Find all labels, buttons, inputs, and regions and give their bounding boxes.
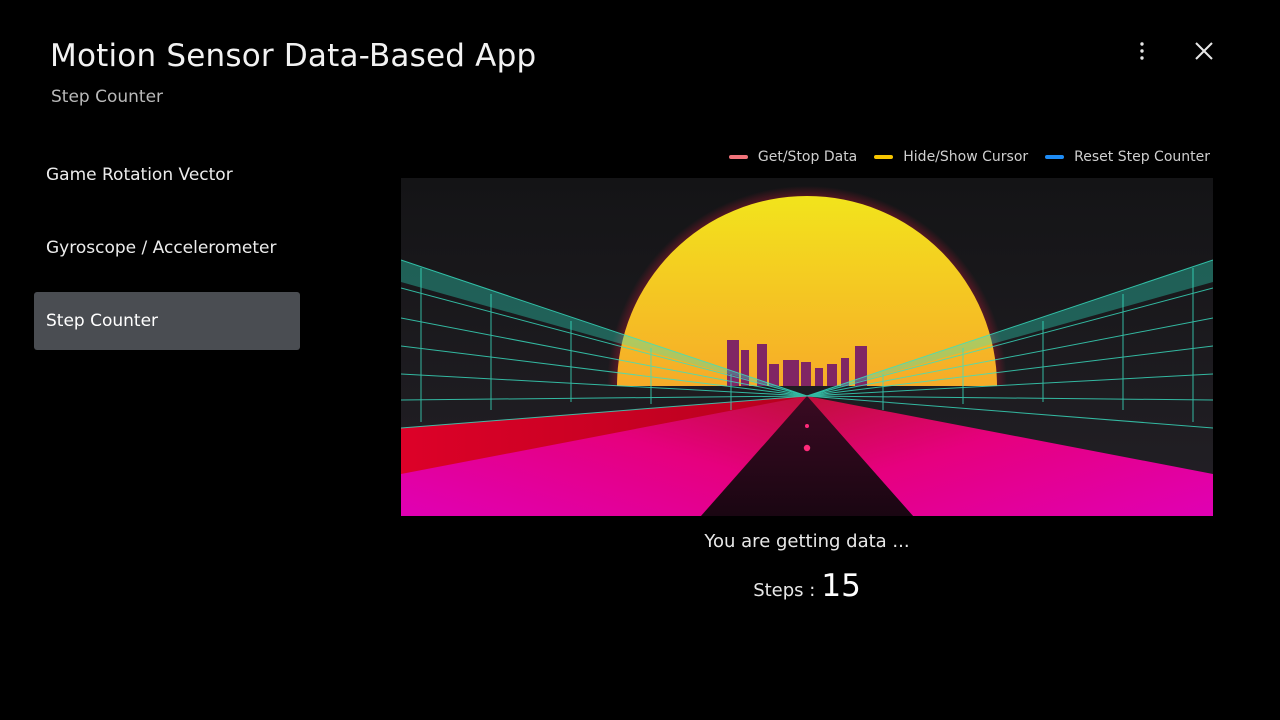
legend-label: Get/Stop Data — [757, 149, 858, 165]
more-vertical-icon — [1140, 42, 1144, 60]
more-options-button[interactable] — [1122, 31, 1162, 71]
app-window: Motion Sensor Data-Based App Step Counte… — [0, 0, 1280, 720]
steps-value: 15 — [821, 568, 861, 604]
synthwave-illustration — [401, 178, 1213, 516]
sidebar-item-game-rotation-vector[interactable]: Game Rotation Vector — [34, 146, 300, 204]
page-title: Motion Sensor Data-Based App — [50, 38, 537, 74]
sidebar-item-gyroscope-accelerometer[interactable]: Gyroscope / Accelerometer — [34, 219, 300, 277]
close-icon — [1195, 42, 1213, 60]
page-subtitle: Step Counter — [51, 87, 164, 107]
key-legend: Get/Stop Data Hide/Show Cursor Reset Ste… — [712, 149, 1210, 165]
yellow-key-swatch — [874, 155, 894, 159]
legend-item-reset-step-counter[interactable]: Reset Step Counter — [1045, 149, 1210, 165]
steps-label: Steps : — [753, 580, 816, 601]
blue-key-swatch — [1045, 155, 1065, 159]
legend-label: Hide/Show Cursor — [903, 149, 1029, 165]
status-message: You are getting data ... — [704, 531, 910, 552]
legend-item-get-stop-data[interactable]: Get/Stop Data — [728, 149, 858, 165]
close-button[interactable] — [1184, 31, 1224, 71]
red-key-swatch — [728, 155, 748, 159]
sidebar-item-label: Step Counter — [46, 311, 159, 331]
step-count-display: Steps : 15 — [401, 568, 1213, 604]
legend-item-hide-show-cursor[interactable]: Hide/Show Cursor — [874, 149, 1028, 165]
legend-label: Reset Step Counter — [1074, 149, 1210, 165]
sidebar-item-label: Gyroscope / Accelerometer — [46, 238, 277, 258]
sidebar-item-step-counter[interactable]: Step Counter — [34, 292, 300, 350]
sidebar-item-label: Game Rotation Vector — [46, 165, 233, 185]
